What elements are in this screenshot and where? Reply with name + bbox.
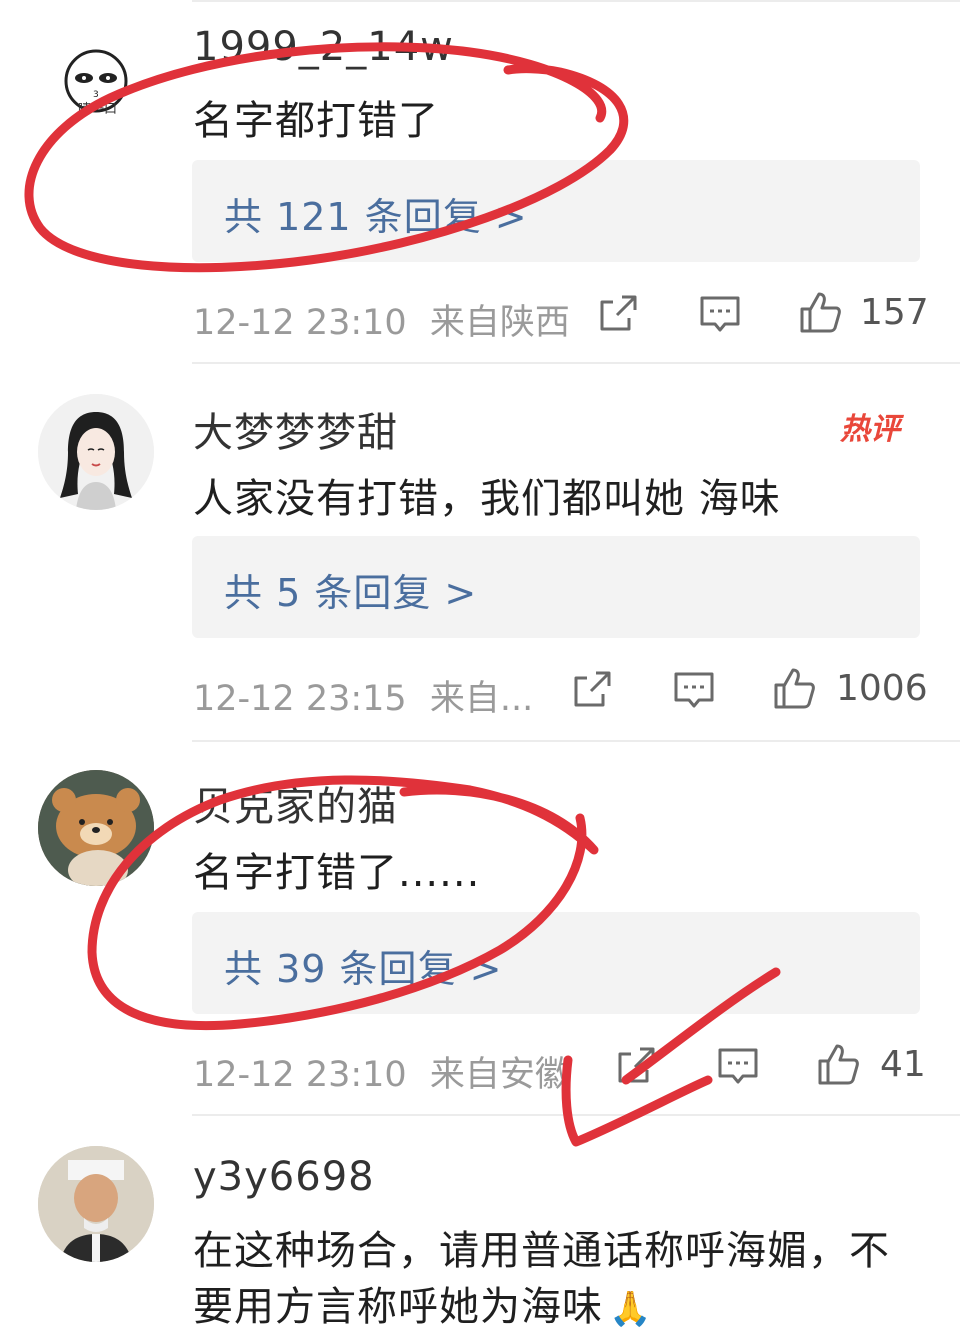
reply-box[interactable]: 共 39 条回复 > (192, 912, 920, 1014)
view-replies-link[interactable]: 共 5 条回复 > (224, 562, 477, 617)
comment-icon[interactable] (716, 1044, 760, 1088)
location: 来自安徽 (429, 1055, 570, 1095)
avatar[interactable] (38, 1146, 154, 1262)
avatar[interactable] (38, 770, 154, 886)
username[interactable]: 贝克家的猫 (193, 774, 398, 832)
view-replies-link[interactable]: 共 121 条回复 > (224, 186, 528, 241)
location: 来自陕西 (429, 303, 570, 343)
comment-text: 在这种场合，请用普通话称呼海媚，不 (193, 1228, 890, 1274)
username[interactable]: 1999_2_14w (193, 24, 454, 70)
comment-text: 名字都打错了 (193, 98, 439, 144)
comment-text: 名字打错了...... (193, 850, 481, 896)
comment-text: 人家没有打错，我们都叫她 海味 (193, 476, 781, 522)
comment-text-line-2: 要用方言称呼她为海味 (193, 1284, 603, 1330)
username[interactable]: y3y6698 (193, 1154, 375, 1200)
username[interactable]: 大梦梦梦甜 (193, 400, 398, 458)
hot-comment-badge: 热评 (840, 412, 900, 447)
comment-item: y3y6698 在这种场合，请用普通话称呼海媚，不 要用方言称呼她为海味 🙏 (0, 1116, 960, 1330)
like-icon[interactable] (772, 666, 816, 710)
comment-meta: 12-12 23:10 来自陕西 (193, 294, 570, 345)
timestamp: 12-12 23:10 (193, 303, 407, 343)
avatar[interactable] (38, 394, 154, 510)
comment-meta: 12-12 23:15 来自... (193, 670, 533, 721)
avatar[interactable]: 3 (38, 26, 154, 142)
like-count: 157 (860, 292, 929, 333)
comment-item: 贝克家的猫 名字打错了...... 共 39 条回复 > 12-12 23:10… (0, 742, 960, 1116)
comment-feed: 3 啧一口 1999_2_14w 名字都打错了 共 121 条回复 > 12-1… (0, 0, 960, 1330)
comment-item: 大梦梦梦甜 热评 人家没有打错，我们都叫她 海味 共 5 条回复 > 12-12… (0, 364, 960, 742)
comment-item: 3 啧一口 1999_2_14w 名字都打错了 共 121 条回复 > 12-1… (0, 0, 960, 364)
like-icon[interactable] (798, 290, 842, 334)
view-replies-link[interactable]: 共 39 条回复 > (224, 938, 502, 993)
timestamp: 12-12 23:15 (193, 679, 407, 719)
reply-box[interactable]: 共 5 条回复 > (192, 536, 920, 638)
like-count: 1006 (836, 668, 928, 709)
reply-box[interactable]: 共 121 条回复 > (192, 160, 920, 262)
avatar-caption: 啧一口 (78, 102, 118, 117)
comment-text-continued: 要用方言称呼她为海味 🙏 (193, 1274, 652, 1332)
like-count: 41 (880, 1044, 926, 1085)
comment-meta: 12-12 23:10 来自安徽 (193, 1046, 570, 1097)
pray-emoji: 🙏 (609, 1289, 653, 1329)
timestamp: 12-12 23:10 (193, 1055, 407, 1095)
share-icon[interactable] (614, 1044, 658, 1088)
share-icon[interactable] (570, 668, 614, 712)
share-icon[interactable] (596, 292, 640, 336)
comment-icon[interactable] (672, 668, 716, 712)
location: 来自... (429, 679, 534, 719)
comment-icon[interactable] (698, 292, 742, 336)
like-icon[interactable] (816, 1042, 860, 1086)
